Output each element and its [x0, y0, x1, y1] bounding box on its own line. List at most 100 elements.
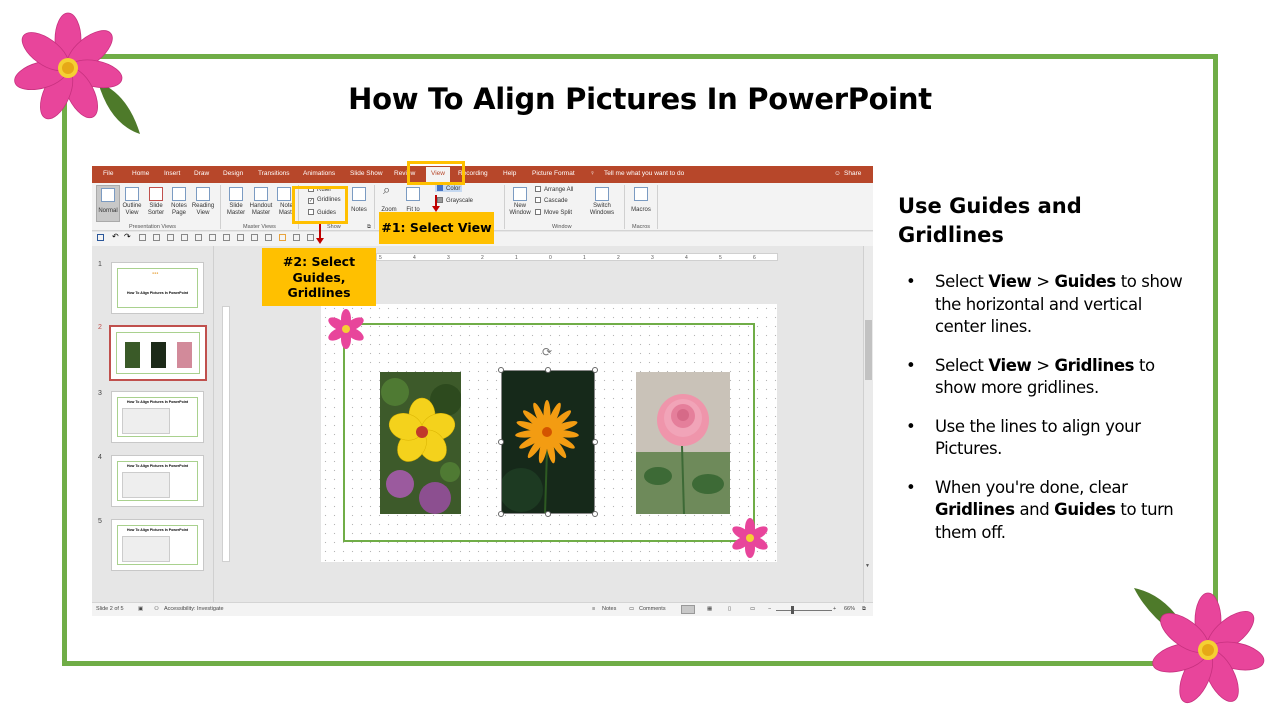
qat-tool-icon[interactable] — [293, 234, 300, 241]
qat-tool-icon[interactable] — [139, 234, 146, 241]
ruler-label: 2 — [617, 255, 620, 261]
show-group-highlight — [292, 186, 348, 224]
tell-me-search[interactable]: Tell me what you want to do — [604, 170, 684, 177]
qat-tool-icon[interactable] — [279, 234, 286, 241]
new-window-button[interactable]: New Window — [508, 185, 532, 217]
spellcheck-icon[interactable]: ▣ — [138, 606, 143, 612]
qat-tool-icon[interactable] — [181, 234, 188, 241]
dialog-launcher-icon[interactable]: ⧉ — [367, 224, 371, 231]
tab-transitions[interactable]: Transitions — [258, 170, 290, 177]
tab-insert[interactable]: Insert — [164, 170, 180, 177]
slide-thumbnail-1[interactable]: ●●● How To Align Pictures In PowerPoint — [111, 262, 204, 314]
tab-slide-show[interactable]: Slide Show — [350, 170, 383, 177]
resize-handle[interactable] — [545, 511, 551, 517]
normal-view-button[interactable]: Normal — [96, 185, 120, 222]
qat-tool-icon[interactable] — [209, 234, 216, 241]
tab-help[interactable]: Help — [503, 170, 516, 177]
handout-master-button[interactable]: Handout Master — [248, 185, 274, 217]
tab-picture-format[interactable]: Picture Format — [532, 170, 575, 177]
vertical-scrollbar[interactable]: ▼ — [863, 246, 873, 602]
tab-home[interactable]: Home — [132, 170, 149, 177]
redo-icon[interactable]: ↷ — [124, 232, 131, 241]
cascade-button[interactable]: Cascade — [535, 197, 568, 204]
zoom-button[interactable]: ⌕ Zoom — [378, 183, 400, 214]
resize-handle[interactable] — [498, 511, 504, 517]
scrollbar-thumb[interactable] — [865, 320, 872, 380]
resize-handle[interactable] — [545, 367, 551, 373]
slide-thumbnail-2[interactable] — [109, 325, 207, 381]
comments-toggle[interactable]: Comments — [639, 606, 666, 612]
tab-design[interactable]: Design — [223, 170, 243, 177]
qat-tool-icon[interactable] — [307, 234, 314, 241]
share-button[interactable]: Share — [844, 170, 861, 177]
slide-thumbnail-3[interactable]: How To Align Pictures In PowerPoint — [111, 391, 204, 443]
reading-view-status-icon[interactable]: ▯ — [728, 606, 731, 612]
qat-tool-icon[interactable] — [265, 234, 272, 241]
zoom-slider[interactable] — [776, 610, 832, 611]
tab-draw[interactable]: Draw — [194, 170, 209, 177]
qat-tool-icon[interactable] — [195, 234, 202, 241]
resize-handle[interactable] — [592, 511, 598, 517]
outline-view-button[interactable]: Outline View — [120, 185, 144, 217]
instruction-text: > — [1031, 272, 1055, 291]
tab-animations[interactable]: Animations — [303, 170, 335, 177]
qat-tool-icon[interactable] — [167, 234, 174, 241]
notes-master-button[interactable]: Notes Master — [275, 185, 293, 217]
slide-sorter-status-icon[interactable]: ▦ — [707, 606, 712, 612]
ruler-label: 4 — [413, 255, 416, 261]
presentation-views-label: Presentation Views — [129, 224, 176, 230]
qat-tool-icon[interactable] — [223, 234, 230, 241]
notes-toggle[interactable]: Notes — [602, 606, 616, 612]
slideshow-status-icon[interactable]: ▭ — [750, 606, 755, 612]
resize-handle[interactable] — [592, 367, 598, 373]
tab-file[interactable]: File — [103, 170, 113, 177]
notes-icon — [352, 187, 366, 201]
slide-thumbnail-5[interactable]: How To Align Pictures In PowerPoint — [111, 519, 204, 571]
macros-icon — [634, 187, 648, 201]
ruler-label: 6 — [753, 255, 756, 261]
callout-select-view: #1: Select View — [379, 212, 494, 244]
notes-button[interactable]: Notes — [348, 185, 370, 214]
selection-box — [501, 370, 595, 514]
fit-to-window-button[interactable]: Fit to — [402, 185, 424, 214]
slide-canvas[interactable]: ⟳ — [321, 304, 777, 562]
instruction-emphasis: View — [988, 355, 1032, 375]
status-bar: Slide 2 of 5 ▣ ⚇ Accessibility: Investig… — [92, 602, 873, 616]
arrange-all-button[interactable]: Arrange All — [535, 186, 573, 193]
rotate-handle-icon[interactable]: ⟳ — [542, 345, 552, 359]
scroll-down-arrow-icon[interactable]: ▼ — [865, 563, 870, 569]
ribbon-separator — [657, 185, 658, 229]
color-button[interactable]: Color — [435, 185, 463, 192]
save-icon[interactable] — [97, 234, 104, 241]
qat-tool-icon[interactable] — [153, 234, 160, 241]
callout-select-guides-gridlines: #2: Select Guides, Gridlines — [262, 248, 376, 306]
macros-button[interactable]: Macros — [628, 185, 654, 214]
qat-tool-icon[interactable] — [251, 234, 258, 241]
undo-icon[interactable]: ↶ — [112, 232, 119, 241]
accessibility-status[interactable]: Accessibility: Investigate — [164, 606, 224, 612]
pink-rose-photo[interactable] — [636, 372, 730, 514]
slide-thumbnail-pane: 1 ●●● How To Align Pictures In PowerPoin… — [92, 246, 214, 602]
grayscale-button[interactable]: Grayscale — [437, 197, 473, 204]
slide-sorter-button[interactable]: Slide Sorter — [144, 185, 168, 217]
move-split-button[interactable]: Move Split — [535, 209, 572, 216]
resize-handle[interactable] — [592, 439, 598, 445]
fit-slide-icon[interactable]: ⧉ — [862, 606, 866, 613]
notes-master-icon — [277, 187, 291, 201]
hibiscus-photo[interactable] — [380, 372, 461, 514]
normal-view-status-icon[interactable] — [681, 605, 695, 614]
slide-thumbnail-4[interactable]: How To Align Pictures In PowerPoint — [111, 455, 204, 507]
window-group-label: Window — [552, 224, 572, 230]
qat-tool-icon[interactable] — [237, 234, 244, 241]
switch-windows-button[interactable]: Switch Windows — [587, 185, 617, 217]
resize-handle[interactable] — [498, 439, 504, 445]
zoom-out-icon[interactable]: − — [768, 606, 771, 612]
zoom-in-icon[interactable]: + — [833, 606, 836, 612]
resize-handle[interactable] — [498, 367, 504, 373]
notes-page-button[interactable]: Notes Page — [167, 185, 191, 217]
zoom-level[interactable]: 66% — [844, 606, 855, 612]
zoom-slider-thumb[interactable] — [791, 606, 794, 614]
slide-master-button[interactable]: Slide Master — [224, 185, 248, 217]
outline-view-icon — [125, 187, 139, 201]
reading-view-button[interactable]: Reading View — [191, 185, 215, 217]
